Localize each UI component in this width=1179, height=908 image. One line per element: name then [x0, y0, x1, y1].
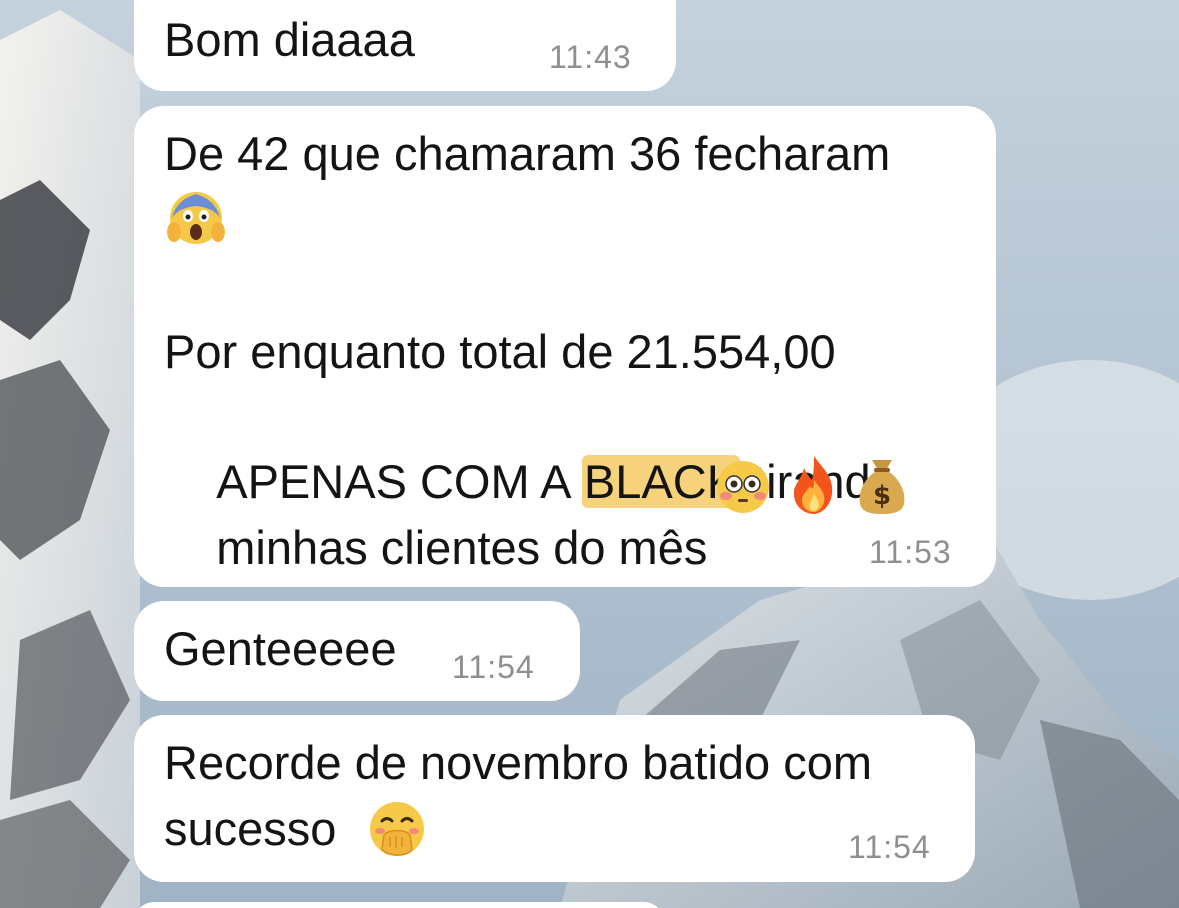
- message-bubble-3[interactable]: Genteeeee 11:54: [134, 601, 580, 701]
- message-text-line-2: Por enquanto total de 21.554,00: [164, 325, 836, 378]
- message-timestamp: 11:43: [549, 39, 632, 75]
- message-text-line-1: Recorde de novembro batido com: [164, 736, 873, 789]
- fire-icon: [794, 456, 833, 514]
- message-timestamp: 11:54: [848, 829, 931, 865]
- message-bubble-5-partial[interactable]: [134, 902, 664, 908]
- message-text: Genteeeee: [164, 622, 397, 675]
- message-timestamp: 11:53: [869, 534, 952, 570]
- money-bag-icon: $: [859, 460, 905, 514]
- message-text-line-1: De 42 que chamaram 36 fecharam: [164, 127, 891, 180]
- flushed-face-icon: [717, 461, 769, 513]
- message-bubble-1[interactable]: Bom diaaaa 11:43: [134, 0, 676, 91]
- message-text-line-2: sucesso: [164, 802, 337, 855]
- message-bubble-2[interactable]: De 42 que chamaram 36 fecharam Por enqua…: [134, 106, 996, 587]
- face-with-hand-over-mouth-icon: [370, 802, 424, 856]
- svg-text:$: $: [873, 481, 891, 511]
- message-text: Bom diaaaa: [164, 13, 415, 66]
- message-timestamp: 11:54: [452, 649, 535, 685]
- line4-text: minhas clientes do mês: [216, 521, 708, 574]
- message-bubble-4[interactable]: Recorde de novembro batido com sucesso 1…: [134, 715, 975, 882]
- face-screaming-in-fear-icon: [167, 192, 225, 244]
